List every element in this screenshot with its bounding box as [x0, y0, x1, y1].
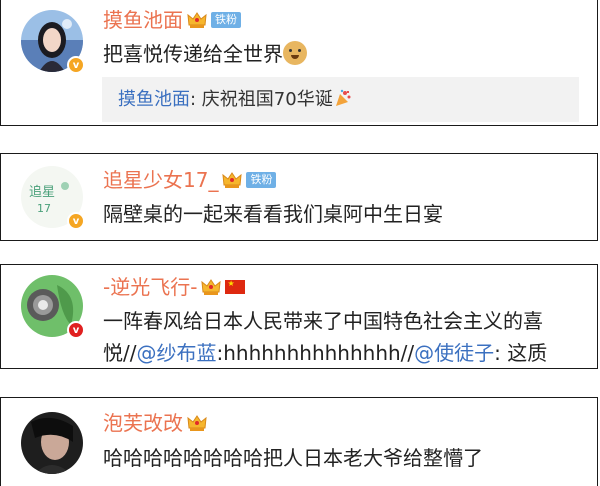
comment-line-2-part-c: : 这质: [494, 341, 548, 365]
party-emoji-icon: [335, 89, 351, 106]
quoted-username[interactable]: 摸鱼池面: [118, 89, 190, 110]
comment-line-2-part-b: :hhhhhhhhhhhhhh//: [216, 341, 415, 365]
comment-text: 把喜悦传递给全世界: [103, 38, 307, 70]
avatar[interactable]: v: [21, 10, 85, 74]
doge-emoji-icon: [283, 41, 307, 65]
avatar-image: [21, 412, 83, 474]
comment-text: 哈哈哈哈哈哈哈哈把人日本老大爷给整懵了: [103, 446, 483, 470]
comment-line-2-part-a: 悦//: [103, 341, 137, 365]
avatar[interactable]: [21, 412, 83, 474]
svg-text:17: 17: [37, 202, 51, 215]
quote-separator: :: [190, 89, 202, 110]
user-header: 泡芙改改: [103, 411, 207, 435]
mention-link[interactable]: @使徒子: [414, 341, 494, 365]
crown-icon: [201, 279, 222, 295]
fan-tag: 铁粉: [211, 12, 241, 28]
crown-icon: [187, 415, 207, 431]
username[interactable]: -逆光飞行-: [103, 275, 197, 299]
fan-tag: 铁粉: [246, 172, 277, 188]
comment-line-1: 一阵春风给日本人民带来了中国特色社会主义的喜: [103, 309, 543, 333]
username[interactable]: 摸鱼池面: [103, 8, 183, 32]
avatar[interactable]: v: [21, 275, 85, 339]
svg-text:追星: 追星: [29, 184, 55, 200]
crown-icon: [222, 172, 243, 188]
username[interactable]: 追星少女17_: [103, 168, 218, 192]
comment-text: 隔壁桌的一起来看看我们桌阿中生日宴: [103, 202, 443, 226]
crown-icon: [187, 12, 207, 28]
quoted-comment[interactable]: 摸鱼池面: 庆祝祖国70华诞: [102, 77, 579, 122]
comment-card-3: v -逆光飞行- 一阵春风给日本人民带来了中国特色社会主义的喜 悦//@纱布蓝:…: [0, 264, 598, 369]
mention-link[interactable]: @纱布蓝: [136, 341, 216, 365]
china-flag-icon: [225, 279, 246, 294]
comment-card-4: 泡芙改改 哈哈哈哈哈哈哈哈把人日本老大爷给整懵了: [0, 397, 598, 486]
quoted-text: 庆祝祖国70华诞: [201, 89, 333, 110]
verified-badge-icon: v: [67, 212, 85, 230]
comment-card-2: 追星 17 v 追星少女17_ 铁粉 隔壁桌的一起来看看我们桌阿中生日宴: [0, 153, 598, 241]
comment-text-content: 把喜悦传递给全世界: [103, 42, 283, 66]
verified-badge-icon: v: [67, 56, 85, 74]
user-header: 追星少女17_ 铁粉: [103, 168, 277, 192]
comment-card-1: v 摸鱼池面 铁粉 把喜悦传递给全世界 摸鱼池面: 庆祝祖国70华诞: [0, 0, 598, 126]
username[interactable]: 泡芙改改: [103, 411, 183, 435]
avatar[interactable]: 追星 17 v: [21, 166, 85, 230]
comment-text: 一阵春风给日本人民带来了中国特色社会主义的喜 悦//@纱布蓝:hhhhhhhhh…: [103, 305, 547, 369]
user-header: 摸鱼池面 铁粉: [103, 8, 241, 32]
comment-line-2: 悦//@纱布蓝:hhhhhhhhhhhhhh//@使徒子: 这质: [103, 337, 547, 369]
user-header: -逆光飞行-: [103, 275, 246, 299]
verified-badge-icon: v: [67, 321, 85, 339]
